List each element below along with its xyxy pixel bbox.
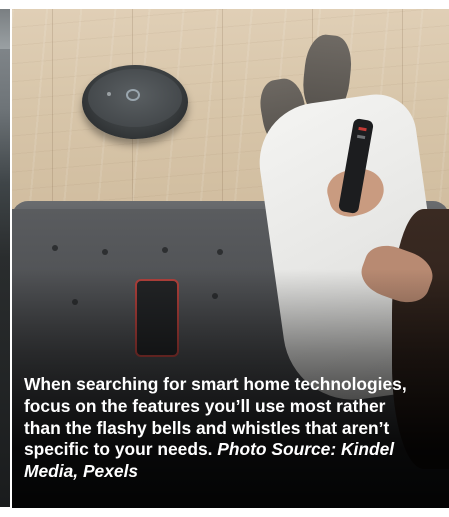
slide-caption: When searching for smart home technologi… — [24, 374, 424, 483]
robot-vacuum-button — [126, 89, 140, 101]
sofa-tuft — [162, 247, 168, 253]
previous-slide-edge[interactable] — [0, 9, 10, 507]
remote-button — [358, 126, 367, 132]
remote-button — [356, 134, 366, 140]
robot-vacuum-dot — [107, 92, 111, 96]
sofa-tuft — [217, 249, 223, 255]
slideshow-frame: When searching for smart home technologi… — [0, 0, 449, 517]
sofa-tuft — [52, 245, 58, 251]
previous-slide-edge-top — [0, 9, 10, 49]
robot-vacuum-image — [82, 65, 188, 139]
sofa-tuft — [102, 249, 108, 255]
